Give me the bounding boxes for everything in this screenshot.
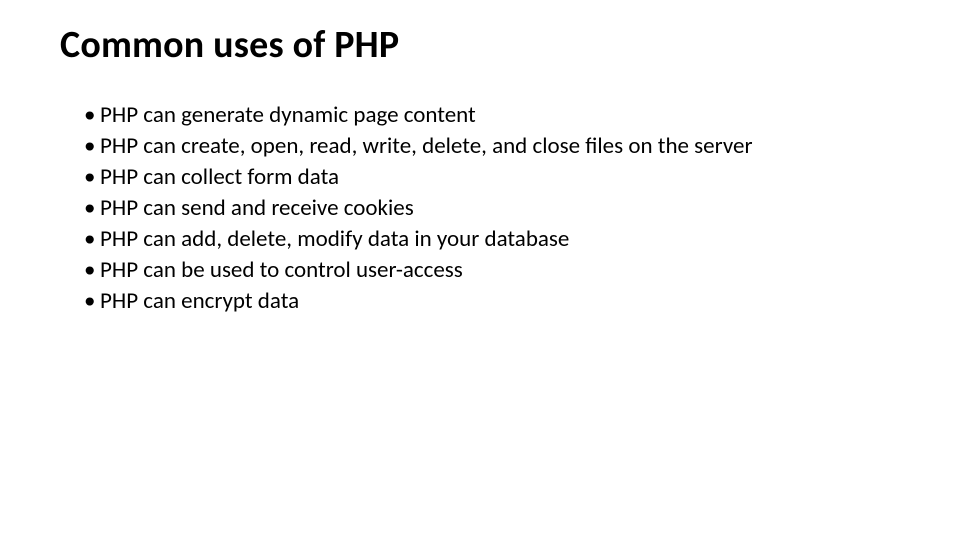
bullet-list: PHP can generate dynamic page content PH… <box>60 100 900 317</box>
list-item: PHP can send and receive cookies <box>84 193 900 224</box>
list-item: PHP can be used to control user-access <box>84 255 900 286</box>
list-item: PHP can generate dynamic page content <box>84 100 900 131</box>
list-item: PHP can collect form data <box>84 162 900 193</box>
list-item: PHP can encrypt data <box>84 286 900 317</box>
list-item: PHP can add, delete, modify data in your… <box>84 224 900 255</box>
slide-title: Common uses of PHP <box>60 22 900 68</box>
list-item: PHP can create, open, read, write, delet… <box>84 131 900 162</box>
